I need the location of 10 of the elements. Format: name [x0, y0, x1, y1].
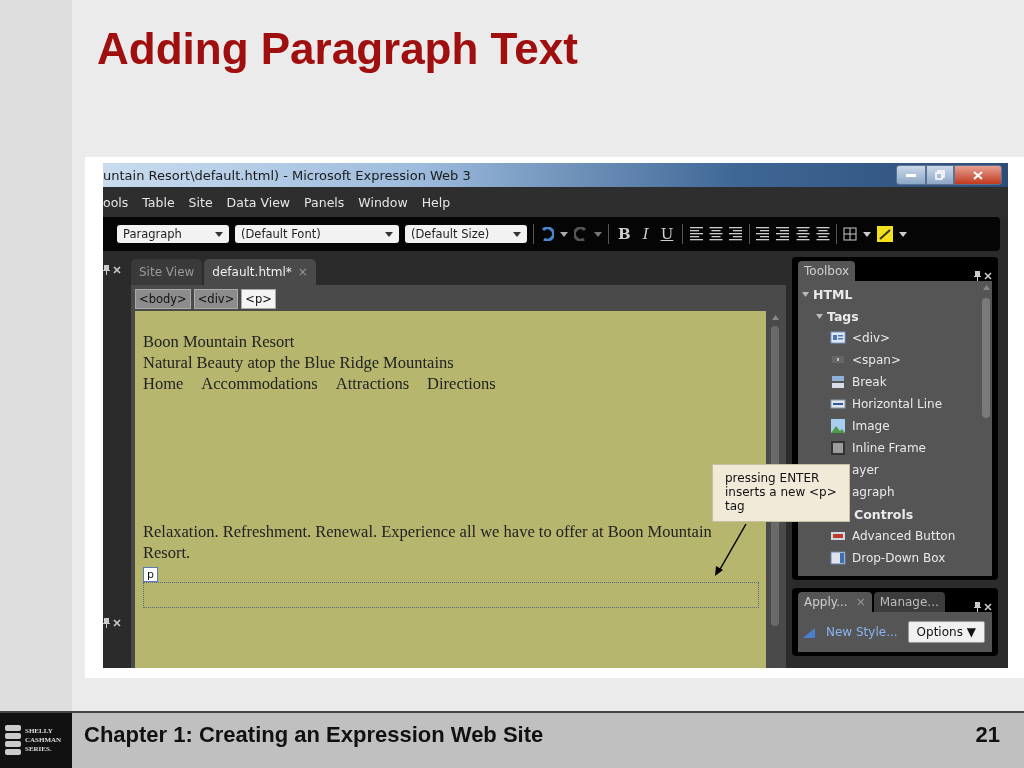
callout-tooltip: pressing ENTER inserts a new <p> tag: [712, 464, 850, 522]
page-paragraph: Relaxation. Refreshment. Renewal. Experience all we have to offer at Boon Mountain Resort.: [143, 521, 713, 563]
chapter-title: Chapter 1: Creating an Expression Web Site: [84, 722, 544, 748]
panel-title: Toolbox: [798, 261, 855, 281]
page-text: Natural Beauty atop the Blue Ridge Mountains: [143, 352, 455, 373]
page-number: 21: [975, 722, 1000, 748]
window-title: untain Resort\default.html) - Microsoft Expression Web 3: [103, 167, 471, 183]
slide-title: Adding Paragraph Text: [96, 23, 579, 75]
tag-label: p: [143, 567, 158, 582]
page-text: Boon Mountain Resort: [143, 331, 296, 352]
